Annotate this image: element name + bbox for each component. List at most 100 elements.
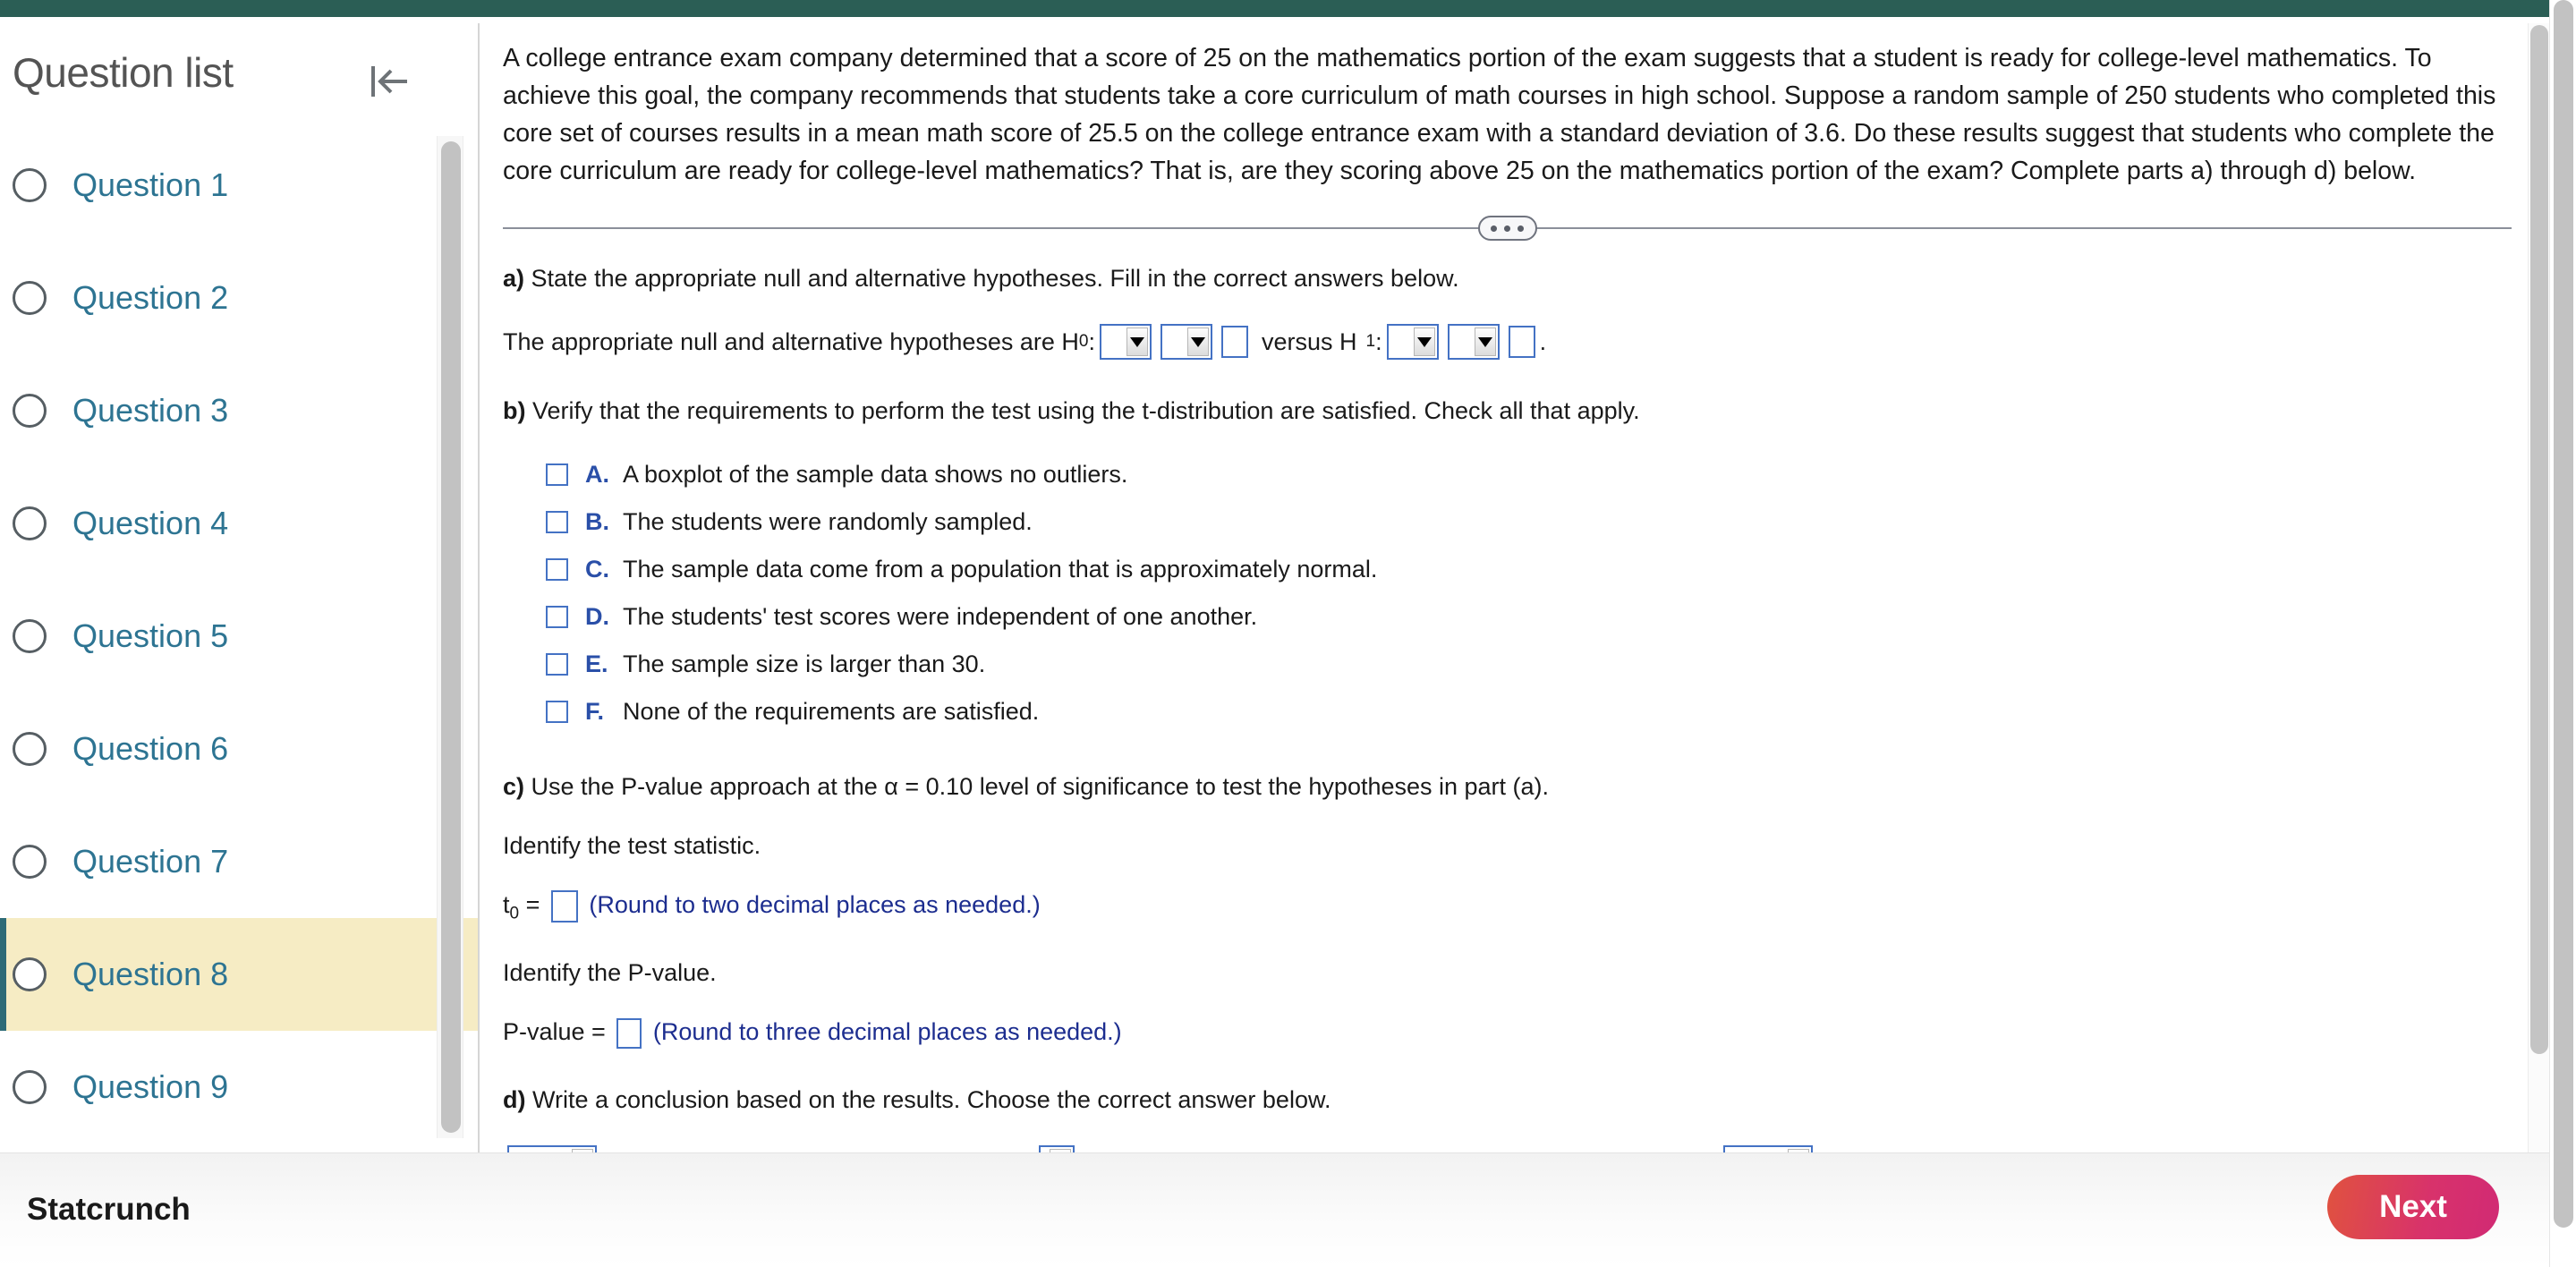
chevron-down-icon xyxy=(1187,327,1209,356)
t-equals: = xyxy=(525,891,540,918)
content-scrollbar[interactable] xyxy=(2528,23,2549,1152)
checkbox-icon[interactable] xyxy=(546,463,568,486)
question-parts: a) State the appropriate null and altern… xyxy=(503,261,2512,1152)
requirement-option-d[interactable]: D. The students' test scores were indepen… xyxy=(503,593,2512,641)
h0-operator-dropdown[interactable] xyxy=(1160,324,1212,360)
part-b-option-list[interactable]: A. A boxplot of the sample data shows no … xyxy=(503,451,2512,736)
sidebar-item-question-1[interactable]: Question 1 xyxy=(0,129,478,242)
h1-value-input[interactable] xyxy=(1508,326,1535,358)
part-c-prompt: c) Use the P-value approach at the α = 0… xyxy=(503,770,2512,804)
checkbox-icon[interactable] xyxy=(546,653,568,676)
h0-parameter-dropdown[interactable] xyxy=(1100,324,1152,360)
sidebar-item-question-5[interactable]: Question 5 xyxy=(0,580,478,693)
part-a-letter: a) xyxy=(503,265,525,292)
h1-colon: : xyxy=(1375,328,1382,355)
question-radio-icon[interactable] xyxy=(13,732,47,766)
sidebar-item-question-7[interactable]: Question 7 xyxy=(0,805,478,918)
t-subscript: 0 xyxy=(509,904,520,923)
part-c-letter: c) xyxy=(503,773,525,800)
sidebar-item-question-3[interactable]: Question 3 xyxy=(0,354,478,467)
option-letter: B. xyxy=(585,508,609,535)
question-radio-icon[interactable] xyxy=(13,394,47,428)
test-statistic-row: t0 = (Round to two decimal places as nee… xyxy=(503,888,2512,931)
statcrunch-brand-label: Statcrunch xyxy=(27,1192,191,1227)
content-scrollbar-thumb[interactable] xyxy=(2530,25,2548,1054)
checkbox-icon[interactable] xyxy=(546,701,568,723)
next-button[interactable]: Next xyxy=(2327,1175,2499,1239)
requirement-option-b[interactable]: B. The students were randomly sampled. xyxy=(503,498,2512,546)
option-letter: E. xyxy=(585,651,608,677)
sidebar-item-label: Question 2 xyxy=(72,279,229,316)
p-value-input[interactable] xyxy=(616,1018,642,1050)
question-radio-icon[interactable] xyxy=(13,281,47,315)
page-scrollbar-thumb[interactable] xyxy=(2554,0,2573,1228)
checkbox-icon[interactable] xyxy=(546,511,568,533)
chevron-down-icon xyxy=(1126,327,1148,356)
h0-value-input[interactable] xyxy=(1221,326,1248,358)
divider-dots-pill[interactable] xyxy=(1477,216,1537,241)
question-radio-icon[interactable] xyxy=(13,619,47,653)
test-statistic-input[interactable] xyxy=(550,889,578,923)
sidebar-item-question-2[interactable]: Question 2 xyxy=(0,242,478,354)
dot-icon xyxy=(1491,225,1497,232)
page-title: Question list xyxy=(13,49,234,96)
app-shell: Question list Question 1 Question 2 Questi… xyxy=(0,23,2576,1152)
h1-subscript: 1 xyxy=(1365,332,1376,351)
checkbox-icon[interactable] xyxy=(546,606,568,628)
option-text: A boxplot of the sample data shows no ou… xyxy=(623,461,1128,488)
option-letter: D. xyxy=(585,603,609,630)
requirement-option-e[interactable]: E. The sample size is larger than 30. xyxy=(503,641,2512,688)
collapse-left-icon[interactable] xyxy=(364,55,418,107)
page-scrollbar[interactable] xyxy=(2549,0,2576,1267)
part-d-text-2: sufficient evidence to conclude that the… xyxy=(1086,1146,1712,1152)
question-radio-icon[interactable] xyxy=(13,845,47,879)
sidebar-item-question-4[interactable]: Question 4 xyxy=(0,467,478,580)
option-letter: A. xyxy=(585,461,609,488)
dot-icon xyxy=(1518,225,1524,232)
requirement-option-a[interactable]: A. A boxplot of the sample data shows no … xyxy=(503,451,2512,498)
part-d-letter: d) xyxy=(503,1086,526,1114)
h1-operator-dropdown[interactable] xyxy=(1447,324,1500,360)
question-stem: A college entrance exam company determin… xyxy=(503,44,2496,185)
part-b-letter: b) xyxy=(503,397,526,424)
part-a-prompt: a) State the appropriate null and altern… xyxy=(503,261,2512,295)
part-d-text-1: the null hypothesis and claim that there xyxy=(608,1146,1027,1152)
sidebar-scrollbar-thumb[interactable] xyxy=(441,141,461,1133)
question-content-panel: A college entrance exam company determin… xyxy=(481,23,2576,1152)
sidebar-item-question-9[interactable]: Question 9 xyxy=(0,1031,478,1144)
comparison-dropdown[interactable] xyxy=(1723,1145,1814,1152)
requirement-option-f[interactable]: F. None of the requirements are satisfied… xyxy=(503,688,2512,736)
footer-bar: Statcrunch Next xyxy=(0,1152,2549,1267)
evidence-dropdown[interactable] xyxy=(1039,1145,1075,1152)
sidebar-item-label: Question 3 xyxy=(72,392,229,429)
sidebar-item-question-8[interactable]: Question 8 xyxy=(0,918,478,1031)
h0-colon: : xyxy=(1088,328,1095,355)
option-letter: C. xyxy=(585,556,609,582)
question-radio-icon[interactable] xyxy=(13,1070,47,1104)
option-letter: F. xyxy=(585,698,605,725)
checkbox-icon[interactable] xyxy=(546,558,568,581)
question-radio-icon[interactable] xyxy=(13,957,47,991)
sidebar-header: Question list xyxy=(0,23,478,129)
part-d-text-3: than 25. xyxy=(1824,1146,1912,1152)
sidebar-item-label: Question 9 xyxy=(72,1068,229,1105)
question-content-inner: A college entrance exam company determin… xyxy=(481,23,2515,1152)
identify-p-value-label: Identify the P-value. xyxy=(503,959,717,987)
reject-decision-dropdown[interactable] xyxy=(507,1145,597,1152)
h1-parameter-dropdown[interactable] xyxy=(1386,324,1439,360)
sidebar-item-question-6[interactable]: Question 6 xyxy=(0,693,478,805)
chevron-down-icon xyxy=(1413,327,1435,356)
h0-subscript: 0 xyxy=(1078,332,1089,351)
test-statistic-rounding-hint: (Round to two decimal places as needed.) xyxy=(589,891,1041,918)
identify-test-statistic-label: Identify the test statistic. xyxy=(503,832,761,859)
part-c-prompt-text: Use the P-value approach at the α = 0.10… xyxy=(531,773,1550,800)
question-radio-icon[interactable] xyxy=(13,168,47,202)
question-list[interactable]: Question 1 Question 2 Question 3 Question 4… xyxy=(0,129,478,1152)
trailing-period: . xyxy=(1539,328,1547,355)
option-text: The sample size is larger than 30. xyxy=(623,651,986,677)
p-value-rounding-hint: (Round to three decimal places as needed… xyxy=(652,1018,1122,1046)
part-a-sentence-lead: The appropriate null and alternative hyp… xyxy=(503,328,1079,355)
question-radio-icon[interactable] xyxy=(13,506,47,540)
sidebar-scrollbar[interactable] xyxy=(437,136,463,1138)
requirement-option-c[interactable]: C. The sample data come from a population… xyxy=(503,546,2512,593)
